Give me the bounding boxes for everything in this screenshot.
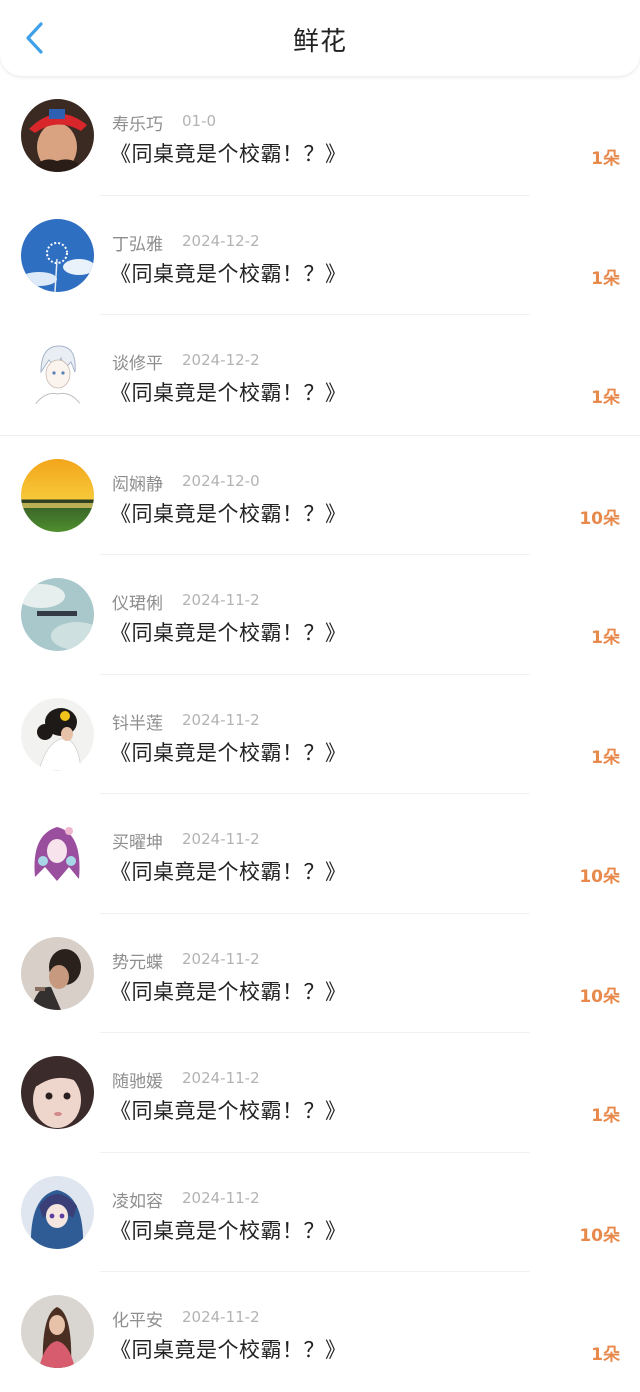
avatar[interactable] [21, 1175, 94, 1249]
sender-name: 钭半莲 [112, 713, 163, 734]
avatar[interactable] [21, 458, 94, 532]
book-title: 《同桌竟是个校霸！？》 [110, 501, 347, 526]
flower-count: 10朵 [579, 986, 620, 1007]
list-item[interactable]: 闳娴静 2024-12-0 《同桌竟是个校霸！？》 10朵 [0, 436, 640, 555]
book-title: 《同桌竟是个校霸！？》 [110, 261, 347, 286]
sender-name: 闳娴静 [112, 474, 163, 495]
flower-count: 1朵 [591, 747, 620, 768]
list-item[interactable]: 仪珺俐 2024-11-2 《同桌竟是个校霸！？》 1朵 [0, 555, 640, 675]
book-title: 《同桌竟是个校霸！？》 [110, 860, 347, 884]
flower-count: 1朵 [591, 268, 620, 289]
flower-count: 1朵 [591, 1106, 620, 1126]
flower-count: 1朵 [591, 388, 620, 408]
gift-date: 2024-11-2 [182, 1308, 260, 1326]
list-item[interactable]: 钭半莲 2024-11-2 《同桌竟是个校霸！？》 1朵 [0, 675, 640, 794]
book-title: 《同桌竟是个校霸！？》 [110, 1218, 347, 1243]
gift-date: 2024-12-0 [182, 471, 260, 490]
sender-name: 凌如容 [112, 1191, 163, 1212]
list-item[interactable]: 买曜坤 2024-11-2 《同桌竟是个校霸！？》 10朵 [0, 794, 640, 914]
sender-name: 仪珺俐 [112, 594, 163, 614]
list-item[interactable]: 丁弘雅 2024-12-2 《同桌竟是个校霸！？》 1朵 [0, 196, 640, 315]
book-title: 《同桌竟是个校霸！？》 [110, 740, 347, 765]
flower-count: 1朵 [591, 149, 620, 169]
avatar[interactable] [21, 578, 94, 651]
book-title: 《同桌竟是个校霸！？》 [110, 142, 347, 166]
gift-date: 2024-11-2 [182, 1188, 260, 1207]
avatar[interactable] [21, 697, 94, 771]
flower-gift-list: 寿乐巧 01-0 《同桌竟是个校霸！？》 1朵 丁弘雅 2024-12-2 《同… [0, 76, 640, 1392]
gift-date: 2024-11-2 [182, 830, 260, 848]
gift-date: 2024-11-2 [182, 591, 260, 609]
list-item[interactable]: 谈修平 2024-12-2 《同桌竟是个校霸！？》 1朵 [0, 315, 640, 436]
sender-name: 随驰媛 [112, 1072, 163, 1092]
flower-count: 1朵 [591, 628, 620, 648]
book-title: 《同桌竟是个校霸！？》 [110, 1099, 347, 1123]
sender-name: 化平安 [112, 1311, 163, 1331]
gift-date: 2024-12-2 [182, 351, 260, 369]
avatar[interactable] [21, 218, 94, 292]
book-title: 《同桌竟是个校霸！？》 [110, 1338, 347, 1362]
gift-date: 01-0 [182, 112, 217, 130]
flower-count: 1朵 [591, 1345, 620, 1365]
flower-count: 10朵 [579, 1225, 620, 1246]
avatar[interactable] [21, 99, 94, 172]
gift-date: 2024-11-2 [182, 710, 260, 729]
top-bar: 鲜花 [0, 0, 640, 76]
book-title: 《同桌竟是个校霸！？》 [110, 621, 347, 645]
avatar[interactable] [21, 817, 94, 890]
sender-name: 寿乐巧 [112, 115, 163, 135]
list-item[interactable]: 势元蝶 2024-11-2 《同桌竟是个校霸！？》 10朵 [0, 914, 640, 1033]
list-item[interactable]: 随驰媛 2024-11-2 《同桌竟是个校霸！？》 1朵 [0, 1033, 640, 1153]
list-item[interactable]: 寿乐巧 01-0 《同桌竟是个校霸！？》 1朵 [0, 76, 640, 196]
avatar[interactable] [21, 936, 94, 1010]
flower-count: 10朵 [579, 867, 620, 887]
page-title: 鲜花 [292, 27, 347, 57]
gift-date: 2024-12-2 [182, 231, 260, 250]
book-title: 《同桌竟是个校霸！？》 [110, 381, 347, 405]
avatar[interactable] [21, 338, 94, 411]
sender-name: 丁弘雅 [112, 234, 163, 255]
list-item[interactable]: 化平安 2024-11-2 《同桌竟是个校霸！？》 1朵 [0, 1272, 640, 1392]
flower-count: 10朵 [579, 508, 620, 529]
gift-date: 2024-11-2 [182, 1069, 260, 1087]
list-item[interactable]: 凌如容 2024-11-2 《同桌竟是个校霸！？》 10朵 [0, 1153, 640, 1272]
gift-date: 2024-11-2 [182, 949, 260, 968]
sender-name: 谈修平 [112, 354, 163, 374]
sender-name: 买曜坤 [112, 833, 163, 853]
book-title: 《同桌竟是个校霸！？》 [110, 979, 347, 1004]
sender-name: 势元蝶 [112, 952, 163, 973]
avatar[interactable] [21, 1056, 94, 1129]
avatar[interactable] [21, 1295, 94, 1368]
